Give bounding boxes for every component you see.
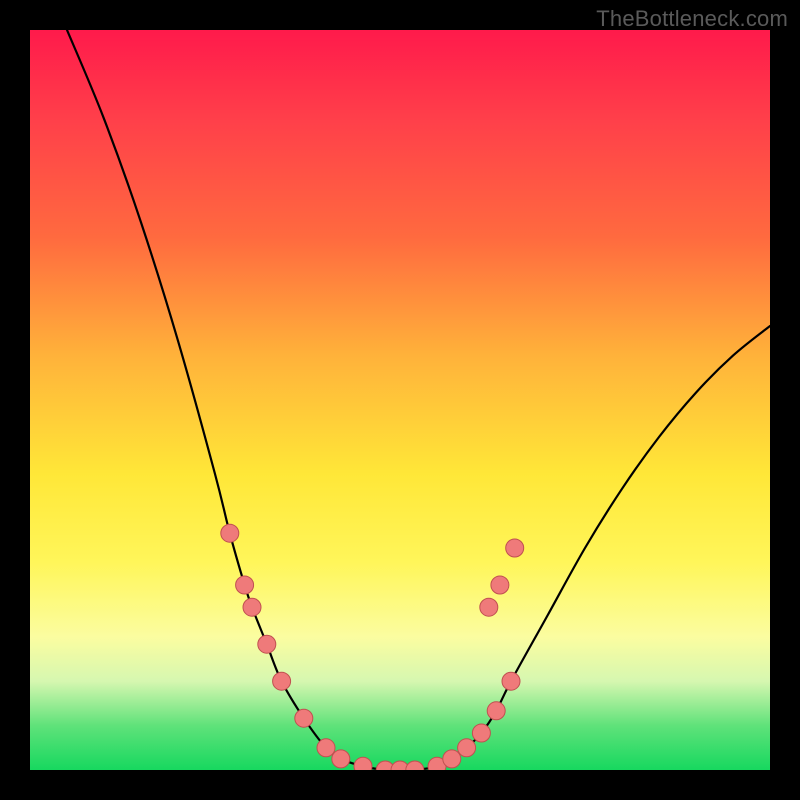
curve-marker (428, 757, 446, 770)
curve-svg (30, 30, 770, 770)
bottleneck-curve (67, 30, 770, 770)
curve-marker (491, 576, 509, 594)
chart-stage: TheBottleneck.com (0, 0, 800, 800)
plot-area (30, 30, 770, 770)
curve-marker (443, 750, 461, 768)
watermark-text: TheBottleneck.com (596, 6, 788, 32)
curve-marker (502, 672, 520, 690)
curve-marker (243, 598, 261, 616)
curve-marker (487, 702, 505, 720)
curve-marker (332, 750, 350, 768)
curve-marker (406, 761, 424, 770)
curve-marker (273, 672, 291, 690)
curve-marker (354, 757, 372, 770)
curve-markers (221, 524, 524, 770)
curve-marker (258, 635, 276, 653)
curve-marker (376, 761, 394, 770)
curve-marker (236, 576, 254, 594)
curve-marker (480, 598, 498, 616)
curve-marker (506, 539, 524, 557)
curve-marker (458, 739, 476, 757)
curve-marker (317, 739, 335, 757)
curve-marker (391, 761, 409, 770)
curve-marker (472, 724, 490, 742)
curve-marker (295, 709, 313, 727)
curve-marker (221, 524, 239, 542)
